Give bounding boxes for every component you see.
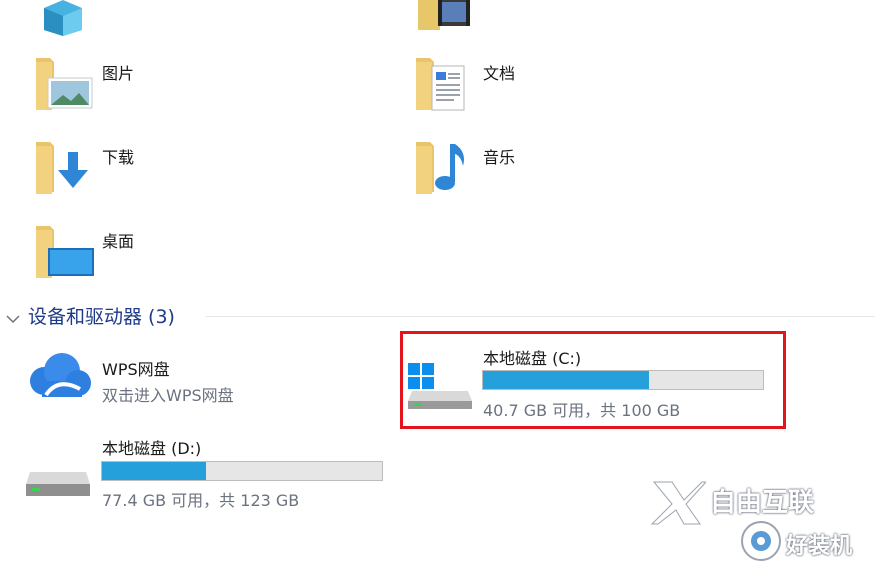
downloads-folder-icon: [36, 142, 88, 194]
section-title-devices[interactable]: 设备和驱动器 (3): [28, 302, 175, 329]
videos-folder-icon[interactable]: [418, 0, 474, 30]
folder-label-documents: 文档: [483, 64, 516, 83]
section-divider: [206, 316, 875, 317]
drive-d-usage-text: 77.4 GB 可用，共 123 GB: [102, 491, 300, 510]
pictures-folder-icon: [36, 58, 93, 110]
folder-label-downloads: 下载: [102, 148, 135, 167]
drive-d-usage-bar: [101, 461, 383, 481]
folder-label-desktop: 桌面: [102, 232, 135, 251]
cloud-icon: [24, 351, 94, 407]
watermark-brand: 自由互联: [710, 488, 815, 518]
section-collapse-chevron-icon[interactable]: [6, 309, 20, 328]
watermark-x-logo-icon: [650, 480, 708, 530]
watermark-logo-circle-icon: [740, 520, 782, 566]
folder-label-music: 音乐: [483, 148, 516, 167]
wps-cloud-name: WPS网盘: [102, 360, 170, 379]
music-folder-icon: [416, 142, 464, 194]
documents-folder-icon: [416, 58, 465, 111]
drive-d-name: 本地磁盘 (D:): [102, 439, 202, 458]
watermark-sub: 好装机: [786, 534, 853, 559]
drive-c-highlight-frame: [400, 331, 786, 429]
folder-desktop[interactable]: [34, 220, 94, 280]
folder-downloads[interactable]: [34, 136, 94, 196]
drive-d-item[interactable]: [22, 436, 392, 526]
3d-objects-folder-icon[interactable]: [38, 0, 88, 36]
folder-documents[interactable]: [414, 52, 474, 112]
folder-pictures[interactable]: [34, 52, 94, 112]
drive-d-usage-fill: [102, 462, 206, 480]
desktop-folder-icon: [36, 226, 94, 278]
drive-icon: [24, 468, 92, 508]
folder-music[interactable]: [414, 136, 474, 196]
folder-label-pictures: 图片: [102, 64, 135, 83]
wps-cloud-subtitle: 双击进入WPS网盘: [102, 386, 234, 405]
